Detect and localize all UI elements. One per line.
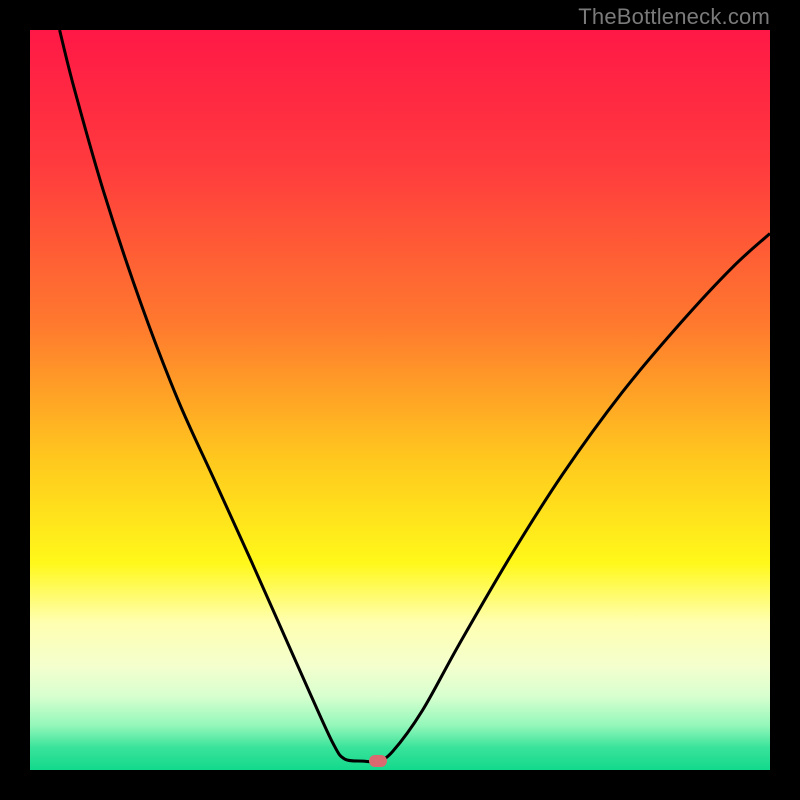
curve-layer	[30, 30, 770, 770]
bottleneck-curve	[60, 30, 770, 762]
plot-area	[30, 30, 770, 770]
watermark-text: TheBottleneck.com	[578, 4, 770, 30]
optimum-marker	[369, 755, 387, 767]
chart-frame: TheBottleneck.com	[0, 0, 800, 800]
